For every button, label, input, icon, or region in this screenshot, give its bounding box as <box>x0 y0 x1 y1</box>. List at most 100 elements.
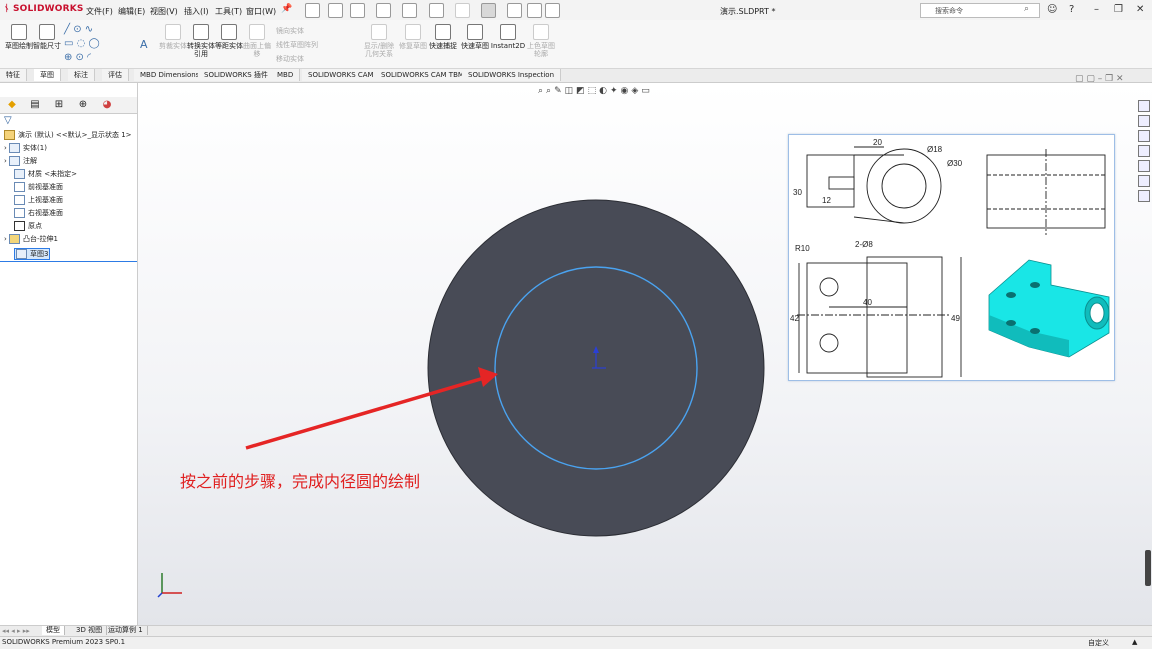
top-view-hole-2 <box>819 333 839 353</box>
tab-mbd-dimensions[interactable]: MBD Dimensions <box>134 69 207 81</box>
tab-motion-study[interactable]: 运动算例 1 <box>104 626 148 635</box>
search-commands-input[interactable]: 搜索命令 ⌕ <box>920 3 1040 18</box>
tree-item-boss-extrude[interactable]: › 凸台-拉伸1 <box>4 234 58 244</box>
tree-item-sketch3[interactable]: 草图3 <box>16 249 48 259</box>
menu-view[interactable]: 视图(V) <box>150 6 178 17</box>
tree-item-origin[interactable]: 原点 <box>14 221 42 231</box>
minimize-icon[interactable]: – <box>1094 4 1099 15</box>
tab-3d-views[interactable]: 3D 视图 <box>72 626 108 635</box>
dim-2-dia8: 2-Ø8 <box>855 240 873 249</box>
point-tool-icon[interactable]: ⊕ ⊙ ◜ <box>64 52 91 63</box>
dim-30: 30 <box>793 188 802 197</box>
redo-icon[interactable] <box>455 3 470 18</box>
instant2d-icon <box>500 24 516 40</box>
search-icon[interactable]: ⌕ <box>1024 4 1029 14</box>
instruction-caption: 按之前的步骤，完成内径圆的绘制 <box>180 472 421 491</box>
options-gear-icon[interactable] <box>545 3 560 18</box>
pin-icon[interactable]: 📌 <box>281 4 292 14</box>
top-view-hole-1 <box>819 277 839 297</box>
linear-pattern-button[interactable]: 线性草图阵列 <box>276 40 318 50</box>
dim-r10: R10 <box>795 244 810 253</box>
panel-tabs: ◆ ▤ ⊞ ⊕ ◕ <box>0 97 137 114</box>
rectangle-tool-icon[interactable]: ▭ ◌ ◯ <box>64 38 100 49</box>
isometric-part-image <box>988 259 1110 358</box>
tree-item-annotations[interactable]: › 注解 <box>4 156 37 166</box>
select-cursor-icon[interactable] <box>481 3 496 18</box>
tree-item-right-plane[interactable]: 右视基准面 <box>14 208 63 218</box>
offset-entities-button[interactable]: 等距实体 <box>214 24 244 50</box>
menu-tools[interactable]: 工具(T) <box>215 6 242 17</box>
tab-evaluate[interactable]: 评估 <box>102 69 129 81</box>
tab-model[interactable]: 模型 <box>42 626 65 635</box>
tree-item-front-plane[interactable]: 前视基准面 <box>14 182 63 192</box>
tab-features[interactable]: 特征 <box>0 69 27 81</box>
new-file-icon[interactable] <box>328 3 343 18</box>
open-file-icon[interactable] <box>350 3 365 18</box>
tab-solidworks-inspection[interactable]: SOLIDWORKS Inspection <box>462 69 562 81</box>
tree-root[interactable]: 演示 (默认) <<默认>_显示状态 1> <box>4 130 132 140</box>
save-icon[interactable] <box>376 3 391 18</box>
menu-insert[interactable]: 插入(I) <box>184 6 209 17</box>
dim-40: 40 <box>863 298 872 307</box>
repair-icon <box>405 24 421 40</box>
smart-dimension-button[interactable]: 智能尺寸 <box>32 24 62 50</box>
restore-icon[interactable]: ❐ <box>1114 4 1123 15</box>
window-title: 演示.SLDPRT * <box>720 7 776 16</box>
sketch-button[interactable]: 草图绘制 <box>4 24 34 50</box>
help-icon[interactable]: ? <box>1069 4 1074 15</box>
menu-window[interactable]: 窗口(W) <box>246 6 276 17</box>
property-manager-icon[interactable]: ▤ <box>26 98 44 111</box>
tab-mbd[interactable]: MBD <box>271 69 301 81</box>
top-view-outline <box>806 262 908 374</box>
instant2d-button[interactable]: Instant2D <box>490 24 526 50</box>
offset-surface-icon <box>249 24 265 40</box>
file-properties-icon[interactable] <box>527 3 542 18</box>
rapid-sketch-button[interactable]: 快速草图 <box>460 24 490 50</box>
move-entities-button[interactable]: 移动实体 <box>276 54 304 64</box>
repair-sketch-button[interactable]: 修复草图 <box>398 24 428 50</box>
solidworks-logo[interactable]: ᚾ SOLIDWORKS <box>4 4 84 14</box>
configuration-icon[interactable]: ⊞ <box>50 98 68 111</box>
tree-item-top-plane[interactable]: 上视基准面 <box>14 195 63 205</box>
trim-entities-button[interactable]: 剪裁实体 <box>158 24 188 50</box>
rapid-sketch-icon <box>467 24 483 40</box>
filter-icon[interactable]: ▽ <box>4 115 12 126</box>
text-tool-icon[interactable]: A <box>140 38 148 51</box>
top-view-boss <box>866 256 943 378</box>
mirror-entities-button[interactable]: 镜向实体 <box>276 26 304 36</box>
tree-item-solid-bodies[interactable]: › 实体(1) <box>4 143 47 153</box>
rebuild-icon[interactable] <box>507 3 522 18</box>
status-help-icon[interactable]: ▲ <box>1132 638 1137 646</box>
model-view-tabs: ◂◂ ◂ ▸ ▸▸ 模型 3D 视图 运动算例 1 <box>0 625 1152 636</box>
shaded-sketch-button[interactable]: 上色草图轮廓 <box>526 24 556 58</box>
tab-solidworks-addins[interactable]: SOLIDWORKS 插件 <box>198 69 275 81</box>
menu-edit[interactable]: 编辑(E) <box>118 6 145 17</box>
dimxpert-icon[interactable]: ⊕ <box>74 98 92 111</box>
display-relations-button[interactable]: 显示/删除几何关系 <box>362 24 396 58</box>
line-tool-icon[interactable]: ╱ ⊙ ∿ <box>64 24 93 35</box>
dim-12: 12 <box>822 196 831 205</box>
tab-solidworks-cam-tbm[interactable]: SOLIDWORKS CAM TBM <box>375 69 471 81</box>
user-icon[interactable]: ☺ <box>1047 4 1057 15</box>
reference-drawing: 20 Ø18 Ø30 30 12 R10 2-Ø8 40 42 49 <box>788 134 1115 381</box>
units-selector[interactable]: 自定义 <box>1088 638 1109 648</box>
dim-dia18: Ø18 <box>927 145 943 154</box>
smart-dimension-icon <box>39 24 55 40</box>
rollback-bar[interactable] <box>0 261 137 262</box>
print-icon[interactable] <box>402 3 417 18</box>
menu-file[interactable]: 文件(F) <box>86 6 113 17</box>
display-manager-icon[interactable]: ◕ <box>98 98 116 111</box>
tab-markup[interactable]: 标注 <box>68 69 95 81</box>
undo-icon[interactable] <box>429 3 444 18</box>
close-icon[interactable]: ✕ <box>1136 4 1144 15</box>
tab-solidworks-cam[interactable]: SOLIDWORKS CAM <box>302 69 381 81</box>
tab-sketch[interactable]: 草图 <box>34 69 61 81</box>
feature-tree-icon[interactable]: ◆ <box>3 98 21 111</box>
home-icon[interactable] <box>305 3 320 18</box>
quick-snaps-button[interactable]: 快速捕捉 <box>428 24 458 50</box>
offset-on-surface-button[interactable]: 曲面上偏移 <box>242 24 272 58</box>
convert-entities-button[interactable]: 转换实体引用 <box>186 24 216 58</box>
front-view-slot <box>828 176 855 190</box>
tab-scroll-arrows-icon[interactable]: ◂◂ ◂ ▸ ▸▸ <box>2 627 30 635</box>
tree-item-material[interactable]: 材质 <未指定> <box>14 169 77 179</box>
